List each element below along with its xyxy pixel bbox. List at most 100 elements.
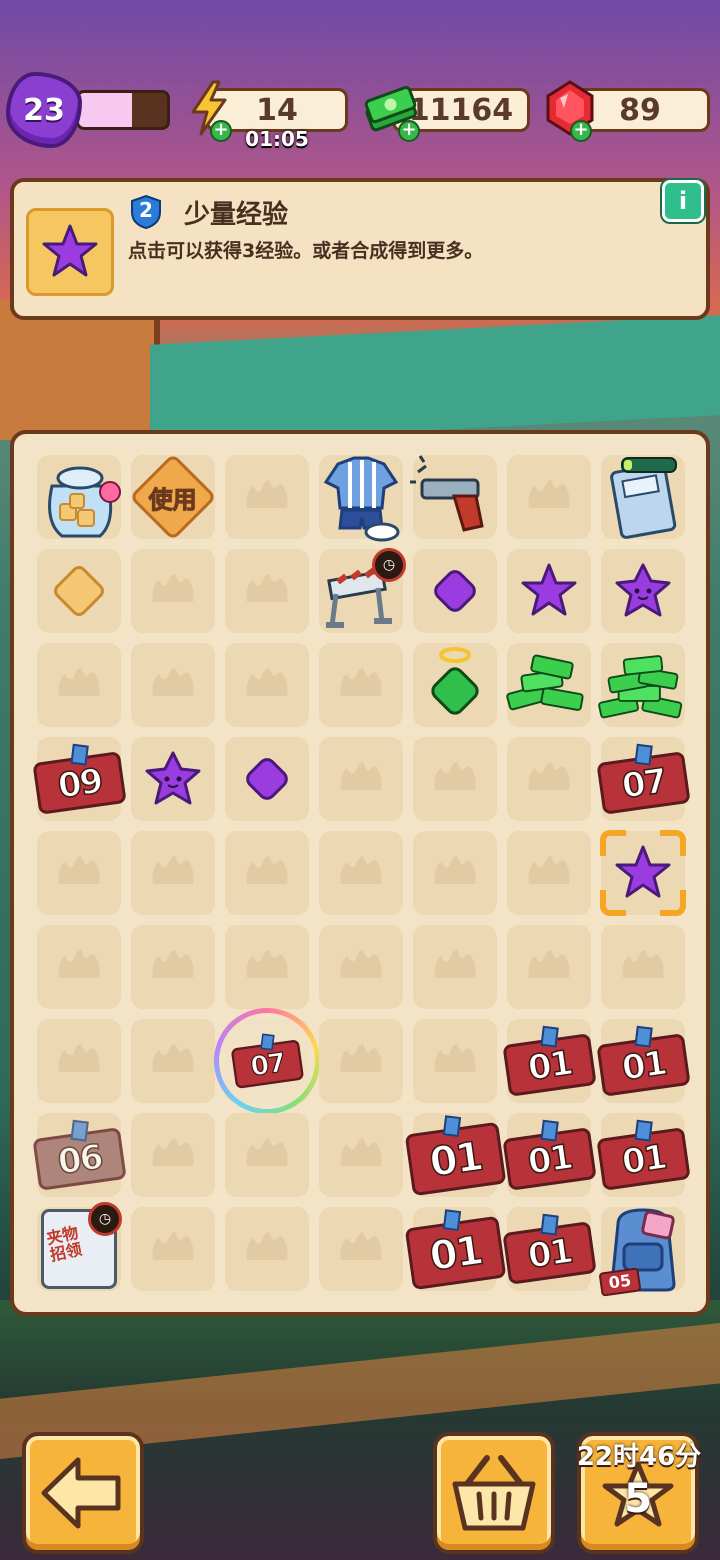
cell[interactable] bbox=[220, 638, 314, 732]
cell[interactable]: 01 bbox=[404, 1202, 507, 1296]
add-gems-button[interactable]: + bbox=[570, 120, 592, 142]
cell[interactable] bbox=[220, 450, 314, 544]
green-gem-item[interactable] bbox=[408, 638, 502, 732]
ticket-item[interactable]: 01 bbox=[596, 1014, 691, 1108]
cell[interactable]: 06 bbox=[32, 1108, 127, 1202]
add-energy-button[interactable]: + bbox=[210, 120, 232, 142]
smiling-star-item[interactable] bbox=[126, 732, 220, 826]
cell[interactable] bbox=[408, 544, 502, 638]
ticket-number: 07 bbox=[619, 760, 669, 807]
cell[interactable] bbox=[408, 920, 502, 1014]
cash-mountain-item[interactable] bbox=[596, 638, 690, 732]
cell-selected[interactable] bbox=[596, 826, 690, 920]
cell[interactable] bbox=[502, 638, 596, 732]
cell[interactable] bbox=[126, 544, 220, 638]
ticket-item[interactable]: 01 bbox=[596, 1108, 691, 1202]
cell[interactable]: 01 bbox=[596, 1014, 691, 1108]
cell[interactable] bbox=[502, 544, 596, 638]
cell[interactable] bbox=[408, 450, 502, 544]
cell[interactable] bbox=[126, 1014, 220, 1108]
player-level-badge[interactable]: 23 bbox=[6, 72, 82, 148]
cell[interactable] bbox=[314, 1014, 408, 1108]
back-button[interactable] bbox=[22, 1432, 144, 1554]
cell[interactable] bbox=[408, 1014, 502, 1108]
cell[interactable] bbox=[314, 732, 408, 826]
cell[interactable]: 01 bbox=[502, 1014, 597, 1108]
cell[interactable] bbox=[220, 1108, 314, 1202]
cell[interactable] bbox=[126, 1202, 220, 1296]
cell[interactable] bbox=[220, 920, 314, 1014]
smiling-star-item[interactable] bbox=[596, 544, 690, 638]
cell[interactable] bbox=[596, 450, 690, 544]
cell[interactable] bbox=[126, 826, 220, 920]
cell[interactable] bbox=[32, 920, 126, 1014]
cell[interactable]: ◷ bbox=[314, 544, 408, 638]
purple-gem-item[interactable] bbox=[220, 732, 314, 826]
cell[interactable] bbox=[408, 826, 502, 920]
ticket-item[interactable]: 01 bbox=[404, 1108, 507, 1202]
cell[interactable]: 07 bbox=[596, 732, 691, 826]
cell[interactable] bbox=[220, 826, 314, 920]
cell[interactable] bbox=[314, 826, 408, 920]
cell[interactable]: 01 bbox=[596, 1108, 691, 1202]
cell[interactable]: 01 bbox=[502, 1202, 597, 1296]
cell[interactable] bbox=[314, 920, 408, 1014]
cell[interactable]: 使用 bbox=[126, 450, 220, 544]
cell[interactable]: 07 bbox=[219, 1013, 315, 1109]
cell[interactable] bbox=[32, 450, 126, 544]
purple-star-item[interactable] bbox=[502, 544, 596, 638]
sugar-cube-item[interactable] bbox=[32, 544, 126, 638]
cell[interactable] bbox=[596, 638, 690, 732]
handbook-item[interactable] bbox=[596, 450, 690, 544]
bubbled-ticket-item[interactable]: 07 bbox=[220, 1014, 314, 1108]
cell[interactable] bbox=[596, 920, 690, 1014]
cell[interactable] bbox=[32, 544, 126, 638]
cell[interactable] bbox=[126, 732, 220, 826]
use-item-button[interactable]: 使用 bbox=[129, 453, 217, 541]
backpack-item[interactable]: 05 bbox=[596, 1202, 690, 1297]
cell[interactable] bbox=[314, 1108, 408, 1202]
cell[interactable] bbox=[220, 1202, 314, 1296]
cell[interactable] bbox=[220, 544, 314, 638]
cell[interactable] bbox=[502, 450, 596, 544]
handbook-icon bbox=[610, 457, 677, 539]
purple-star-item[interactable] bbox=[596, 826, 690, 920]
ticket-item[interactable]: 01 bbox=[502, 1202, 597, 1296]
cell[interactable] bbox=[126, 920, 220, 1014]
ticket-item[interactable]: 01 bbox=[502, 1108, 597, 1202]
cell[interactable] bbox=[126, 638, 220, 732]
add-cash-button[interactable]: + bbox=[398, 120, 420, 142]
cell[interactable] bbox=[220, 732, 314, 826]
cell[interactable] bbox=[32, 826, 126, 920]
cell[interactable] bbox=[408, 732, 502, 826]
cell[interactable] bbox=[502, 920, 596, 1014]
cell[interactable]: 01 bbox=[502, 1108, 597, 1202]
inventory-basket-button[interactable] bbox=[433, 1432, 555, 1554]
candy-bag-item[interactable] bbox=[32, 450, 126, 544]
cell[interactable] bbox=[502, 826, 596, 920]
cell[interactable] bbox=[32, 638, 126, 732]
cell[interactable] bbox=[126, 1108, 220, 1202]
cell[interactable] bbox=[408, 638, 502, 732]
info-button[interactable]: i bbox=[662, 180, 704, 222]
jersey-item[interactable] bbox=[314, 450, 408, 544]
ticket-item[interactable]: 01 bbox=[502, 1014, 597, 1108]
cell[interactable] bbox=[314, 450, 408, 544]
cash-pile-item[interactable] bbox=[502, 638, 596, 732]
ticket-item[interactable]: 07 bbox=[596, 732, 691, 826]
empty-slot-icon bbox=[246, 1232, 288, 1260]
locked-ticket-item[interactable]: 06 bbox=[32, 1108, 127, 1202]
cell[interactable]: 09 bbox=[32, 732, 127, 826]
starter-pistol-item[interactable] bbox=[408, 450, 502, 544]
cell[interactable]: 01 bbox=[404, 1108, 507, 1202]
cell[interactable] bbox=[502, 732, 596, 826]
cell[interactable] bbox=[314, 638, 408, 732]
cell[interactable]: 夹物招领 ◷ bbox=[32, 1202, 126, 1296]
cell[interactable] bbox=[314, 1202, 408, 1296]
cell[interactable] bbox=[32, 1014, 126, 1108]
ticket-item[interactable]: 01 bbox=[404, 1202, 507, 1296]
cell[interactable]: 05 bbox=[596, 1202, 690, 1297]
purple-gem-item[interactable] bbox=[408, 544, 502, 638]
cell[interactable] bbox=[596, 544, 690, 638]
ticket-item[interactable]: 09 bbox=[32, 732, 127, 826]
